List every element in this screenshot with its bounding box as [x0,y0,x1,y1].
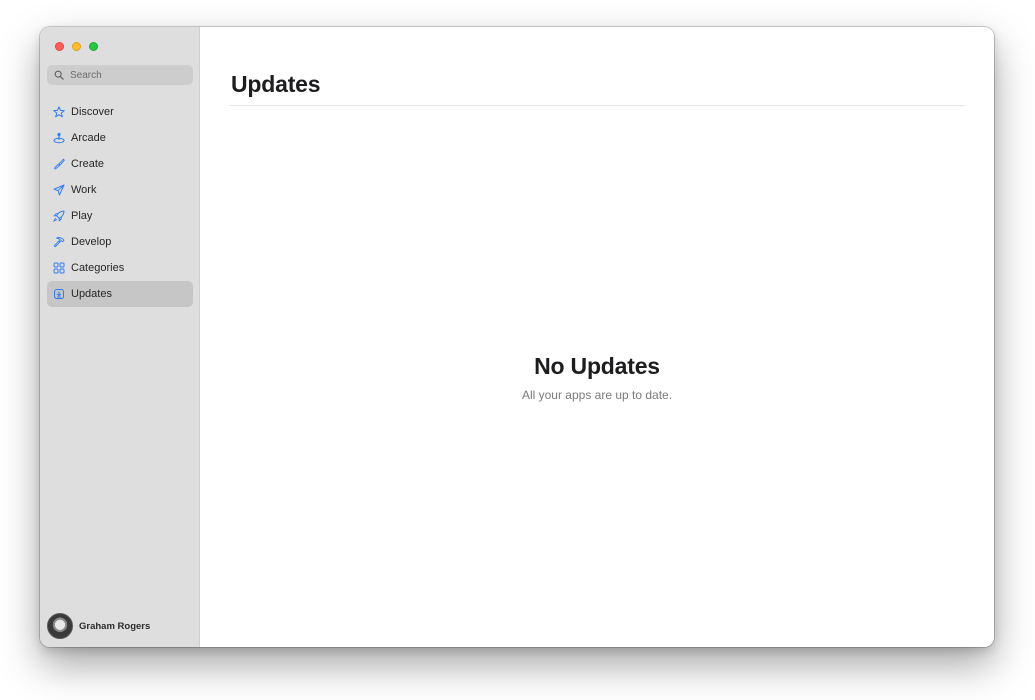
sidebar-item-develop[interactable]: Develop [47,229,193,255]
star-icon [53,106,65,118]
sidebar-item-arcade[interactable]: Arcade [47,125,193,151]
sidebar-nav: Discover Arcade Create Work Play Develop [47,99,193,307]
app-store-window: Search Discover Arcade Create Work Play [40,27,994,647]
download-icon [54,289,64,299]
search-field[interactable]: Search [47,65,193,85]
sidebar-item-play[interactable]: Play [47,203,193,229]
sidebar-item-label: Discover [71,106,114,118]
window-controls [55,42,98,51]
avatar [47,613,73,639]
sidebar-item-discover[interactable]: Discover [47,99,193,125]
sidebar-item-label: Categories [71,262,125,274]
empty-state: No Updates All your apps are up to date. [200,353,994,402]
account-button[interactable]: Graham Rogers [47,613,150,639]
sidebar: Search Discover Arcade Create Work Play [40,27,200,647]
sidebar-item-label: Develop [71,236,112,248]
zoom-window-button[interactable] [89,42,98,51]
sidebar-item-label: Arcade [71,132,106,144]
paperplane-icon [53,184,65,196]
sidebar-item-label: Work [71,184,97,196]
main-content: Updates No Updates All your apps are up … [200,27,994,647]
page-title: Updates [231,71,321,97]
sidebar-item-updates[interactable]: Updates [47,281,193,307]
close-window-button[interactable] [55,42,64,51]
grid-icon [53,262,65,274]
empty-state-title: No Updates [534,353,660,379]
sidebar-item-label: Create [71,158,105,170]
sidebar-item-label: Updates [71,288,112,300]
minimize-window-button[interactable] [72,42,81,51]
rocket-icon [53,210,65,222]
paintbrush-icon [54,158,65,170]
joystick-icon [53,132,65,144]
sidebar-item-work[interactable]: Work [47,177,193,203]
magnifier-icon [54,70,64,80]
empty-state-subtitle: All your apps are up to date. [521,388,673,402]
hammer-icon [53,237,65,248]
account-name: Graham Rogers [79,620,151,632]
sidebar-item-create[interactable]: Create [47,151,193,177]
sidebar-item-label: Play [71,210,93,222]
search-placeholder: Search [70,69,102,81]
title-divider [229,105,965,106]
sidebar-item-categories[interactable]: Categories [47,255,193,281]
